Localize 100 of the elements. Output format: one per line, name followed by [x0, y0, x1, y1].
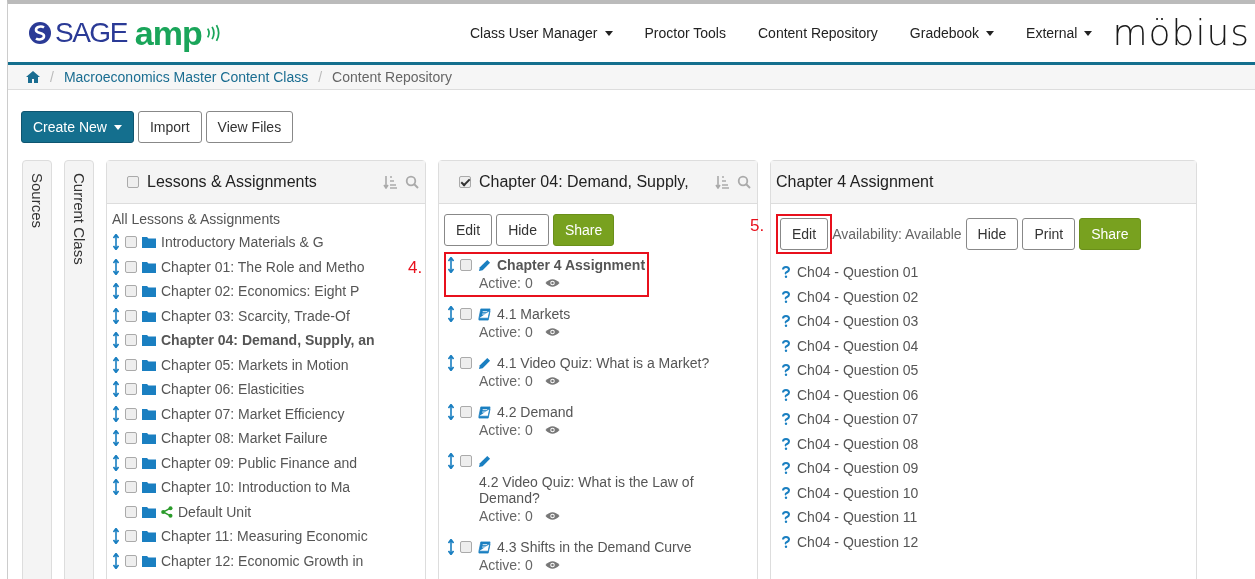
item-checkbox[interactable] — [460, 357, 472, 369]
drag-handle-icon[interactable] — [448, 355, 454, 371]
breadcrumb-link[interactable]: Macroeconomics Master Content Class — [63, 69, 309, 85]
side-tab[interactable]: Sources — [22, 160, 52, 579]
eye-icon[interactable] — [544, 327, 560, 337]
question-link[interactable]: Ch04 - Question 04 — [797, 337, 919, 354]
tree-root[interactable]: All Lessons & Assignments — [112, 208, 420, 230]
row-checkbox[interactable] — [125, 236, 137, 249]
tree-item[interactable]: Introductory Materials & G — [161, 234, 324, 251]
content-item[interactable]: 4.1 Markets Active: 0 — [444, 301, 575, 346]
row-checkbox[interactable] — [125, 285, 137, 298]
action-button[interactable]: Print — [1022, 218, 1076, 250]
create-new-button[interactable]: Create New — [21, 111, 134, 143]
side-tab[interactable]: Current Class — [64, 160, 94, 579]
row-checkbox[interactable] — [125, 505, 137, 518]
question-link[interactable]: Ch04 - Question 06 — [797, 386, 919, 403]
header-checkbox[interactable] — [127, 176, 139, 188]
row-checkbox[interactable] — [125, 554, 137, 567]
tree-item[interactable]: Chapter 10: Introduction to Ma — [161, 479, 351, 496]
row-checkbox[interactable] — [125, 260, 137, 273]
item-checkbox[interactable] — [460, 259, 472, 271]
content-item[interactable]: 4.2 Video Quiz: What is the Law of Demand? Active: 0 — [444, 448, 752, 530]
question-link[interactable]: Ch04 - Question 03 — [797, 313, 919, 330]
question-link[interactable]: Ch04 - Question 11 — [797, 509, 918, 526]
tree-item[interactable]: Chapter 04: Demand, Supply, an — [161, 332, 375, 349]
drag-handle-icon[interactable] — [113, 454, 119, 471]
item-checkbox[interactable] — [460, 455, 472, 467]
tree-item[interactable]: Chapter 11: Measuring Economic — [161, 528, 368, 545]
drag-handle-icon[interactable] — [113, 258, 119, 275]
pencil-icon — [478, 258, 491, 272]
nav-link[interactable]: External — [1010, 25, 1109, 41]
folder-icon — [142, 407, 156, 420]
question-link[interactable]: Ch04 - Question 05 — [797, 362, 919, 379]
drag-handle-icon[interactable] — [113, 479, 119, 496]
drag-handle-icon[interactable] — [113, 332, 119, 349]
drag-handle-icon[interactable] — [113, 405, 119, 422]
nav-link[interactable]: Content Repository — [742, 25, 894, 41]
tree-item[interactable]: Chapter 03: Scarcity, Trade-Of — [161, 307, 350, 324]
partner-logo: möbius — [1112, 15, 1250, 51]
row-checkbox[interactable] — [125, 432, 137, 445]
eye-icon[interactable] — [544, 278, 560, 288]
tree-item[interactable]: Chapter 01: The Role and Metho — [161, 258, 365, 275]
question-link[interactable]: Ch04 - Question 02 — [797, 288, 919, 305]
row-checkbox[interactable] — [125, 358, 137, 371]
question-link[interactable]: Ch04 - Question 01 — [797, 264, 919, 281]
drag-handle-icon[interactable] — [448, 539, 454, 555]
eye-icon[interactable] — [544, 376, 560, 386]
question-link[interactable]: Ch04 - Question 09 — [797, 460, 919, 477]
drag-handle-icon[interactable] — [113, 430, 119, 447]
item-checkbox[interactable] — [460, 541, 472, 553]
row-checkbox[interactable] — [125, 481, 137, 494]
tree-item[interactable]: Chapter 09: Public Finance and — [161, 454, 358, 471]
row-checkbox[interactable] — [125, 383, 137, 396]
drag-handle-icon[interactable] — [448, 257, 454, 273]
toolbar-button[interactable]: View Files — [205, 111, 294, 143]
eye-icon[interactable] — [544, 560, 560, 570]
tree-item[interactable]: Chapter 06: Elasticities — [161, 381, 305, 398]
drag-handle-icon[interactable] — [113, 307, 119, 324]
item-checkbox[interactable] — [460, 308, 472, 320]
question-link[interactable]: Ch04 - Question 08 — [797, 435, 919, 452]
content-item[interactable]: 4.1 Video Quiz: What is a Market? Active: 0 — [444, 350, 714, 395]
tree-item[interactable]: Chapter 08: Market Failure — [161, 430, 328, 447]
question-link[interactable]: Ch04 - Question 10 — [797, 484, 919, 501]
eye-icon[interactable] — [544, 511, 560, 521]
drag-handle-icon[interactable] — [113, 552, 119, 569]
row-checkbox[interactable] — [125, 309, 137, 322]
tree-item[interactable]: Default Unit — [178, 503, 252, 520]
drag-handle-icon[interactable] — [113, 528, 119, 545]
tree-item[interactable]: Chapter 12: Economic Growth in — [161, 552, 364, 569]
nav-link[interactable]: Class User Manager — [453, 25, 629, 41]
tree-item[interactable]: Chapter 05: Markets in Motion — [161, 356, 349, 373]
action-button[interactable]: Edit — [444, 214, 493, 246]
question-link[interactable]: Ch04 - Question 07 — [797, 411, 919, 428]
content-item[interactable]: 4.2 Demand Active: 0 — [444, 399, 578, 444]
row-checkbox[interactable] — [125, 407, 137, 420]
drag-handle-icon[interactable] — [113, 283, 119, 300]
edit-button[interactable]: Edit — [780, 218, 829, 250]
drag-handle-icon[interactable] — [448, 306, 454, 322]
action-button[interactable]: Hide — [496, 214, 549, 246]
toolbar-button[interactable]: Import — [137, 111, 202, 143]
drag-handle-icon[interactable] — [113, 356, 119, 373]
home-icon[interactable] — [26, 71, 40, 83]
question-link[interactable]: Ch04 - Question 12 — [797, 533, 919, 550]
item-checkbox[interactable] — [460, 406, 472, 418]
drag-handle-icon[interactable] — [448, 453, 454, 469]
nav-link[interactable]: Gradebook — [893, 25, 1011, 41]
row-checkbox[interactable] — [125, 456, 137, 469]
row-checkbox[interactable] — [125, 334, 137, 347]
nav-link[interactable]: Proctor Tools — [628, 25, 742, 41]
eye-icon[interactable] — [544, 425, 560, 435]
tree-item[interactable]: Chapter 07: Market Efficiency — [161, 405, 345, 422]
item-title: Chapter 4 Assignment — [497, 257, 646, 273]
header-checkbox[interactable] — [459, 176, 471, 188]
content-item[interactable]: 4.3 Shifts in the Demand Curve Active: 0 — [444, 534, 696, 579]
tree-item[interactable]: Chapter 02: Economics: Eight P — [161, 283, 360, 300]
row-checkbox[interactable] — [125, 530, 137, 543]
drag-handle-icon[interactable] — [113, 234, 119, 251]
action-button[interactable]: Hide — [965, 218, 1019, 250]
drag-handle-icon[interactable] — [113, 381, 119, 398]
drag-handle-icon[interactable] — [448, 404, 454, 420]
